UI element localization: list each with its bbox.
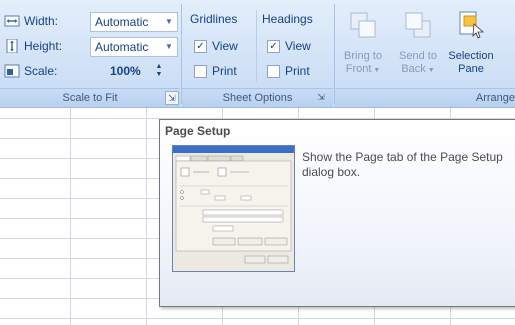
- send-to-back-line1: Send to: [399, 50, 437, 62]
- scale-row: Scale: 100% ▲ ▼: [4, 60, 180, 82]
- width-dropdown[interactable]: Automatic ▼: [90, 12, 178, 32]
- height-icon: [6, 39, 18, 53]
- tooltip-body: Show the Page tab of the Page Setup dial…: [302, 150, 503, 179]
- width-value: Automatic: [95, 15, 149, 29]
- dialog-launcher-icon[interactable]: ⇲: [165, 91, 179, 105]
- bring-to-front-line2: Front ▼: [345, 63, 381, 75]
- height-dropdown[interactable]: Automatic ▼: [90, 37, 178, 57]
- height-label: Height:: [24, 39, 63, 53]
- width-label: Width:: [24, 14, 59, 28]
- bring-to-front-icon: [350, 12, 376, 38]
- send-to-back-line2: Back ▼: [401, 63, 435, 75]
- headings-print-checkbox[interactable]: [267, 65, 280, 78]
- scale-to-fit-group: Width: Automatic ▼ Height: Automatic ▼ S…: [0, 0, 180, 107]
- ribbon: Width: Automatic ▼ Height: Automatic ▼ S…: [0, 0, 515, 108]
- selection-pane-line1: Selection: [448, 50, 494, 62]
- height-row: Height: Automatic ▼: [4, 35, 180, 57]
- scale-icon: [4, 64, 20, 78]
- options-separator: [256, 10, 257, 82]
- selection-pane-icon: [459, 11, 485, 39]
- arrange-label: Arrange: [335, 88, 515, 107]
- gridlines-header: Gridlines: [190, 12, 238, 26]
- chevron-down-icon: ▼: [425, 67, 435, 74]
- headings-view-checkbox[interactable]: ✓: [267, 40, 280, 53]
- width-row: Width: Automatic ▼: [4, 10, 180, 32]
- headings-print-label: Print: [285, 64, 310, 78]
- sheet-options-label: Sheet Options: [182, 88, 333, 107]
- selection-pane-button[interactable]: Selection Pane: [443, 4, 499, 76]
- grid-line: [70, 108, 71, 325]
- dialog-preview-image: [173, 146, 294, 264]
- headings-view-label: View: [285, 39, 311, 53]
- page-setup-dialog-preview: [172, 145, 295, 272]
- grid-line: [0, 318, 515, 319]
- chevron-down-icon[interactable]: ▼: [163, 38, 175, 56]
- gridlines-print-checkbox[interactable]: [194, 65, 207, 78]
- send-to-back-button[interactable]: Send to Back ▼: [391, 4, 445, 77]
- scale-value[interactable]: 100%: [110, 60, 141, 82]
- send-to-back-icon: [405, 12, 431, 38]
- dialog-launcher-icon[interactable]: ⇲: [315, 91, 327, 103]
- sheet-options-group: Gridlines Headings ✓ View Print ✓ View P…: [182, 0, 333, 107]
- arrange-group: Bring to Front ▼ Send to Back ▼ Selectio…: [335, 0, 515, 107]
- gridlines-view-label: View: [212, 39, 238, 53]
- gridlines-view-checkbox[interactable]: ✓: [194, 40, 207, 53]
- headings-header: Headings: [262, 12, 313, 26]
- gridlines-print-label: Print: [212, 64, 237, 78]
- grid-line: [146, 108, 147, 325]
- scale-to-fit-label: Scale to Fit: [0, 88, 180, 107]
- selection-pane-line2: Pane: [458, 63, 484, 75]
- scale-spinner[interactable]: ▲ ▼: [154, 63, 164, 79]
- chevron-down-icon: ▼: [371, 67, 381, 74]
- scale-label: Scale:: [24, 64, 58, 78]
- tooltip-title: Page Setup: [165, 124, 231, 138]
- bring-to-front-button[interactable]: Bring to Front ▼: [335, 4, 391, 77]
- spinner-down-icon[interactable]: ▼: [154, 71, 164, 79]
- page-setup-tooltip: Page Setup Show the Page tab of the Page…: [159, 119, 515, 307]
- chevron-down-icon[interactable]: ▼: [163, 13, 175, 31]
- width-icon: [4, 15, 20, 27]
- spinner-up-icon[interactable]: ▲: [154, 63, 164, 71]
- height-value: Automatic: [95, 40, 149, 54]
- bring-to-front-line1: Bring to: [344, 50, 382, 62]
